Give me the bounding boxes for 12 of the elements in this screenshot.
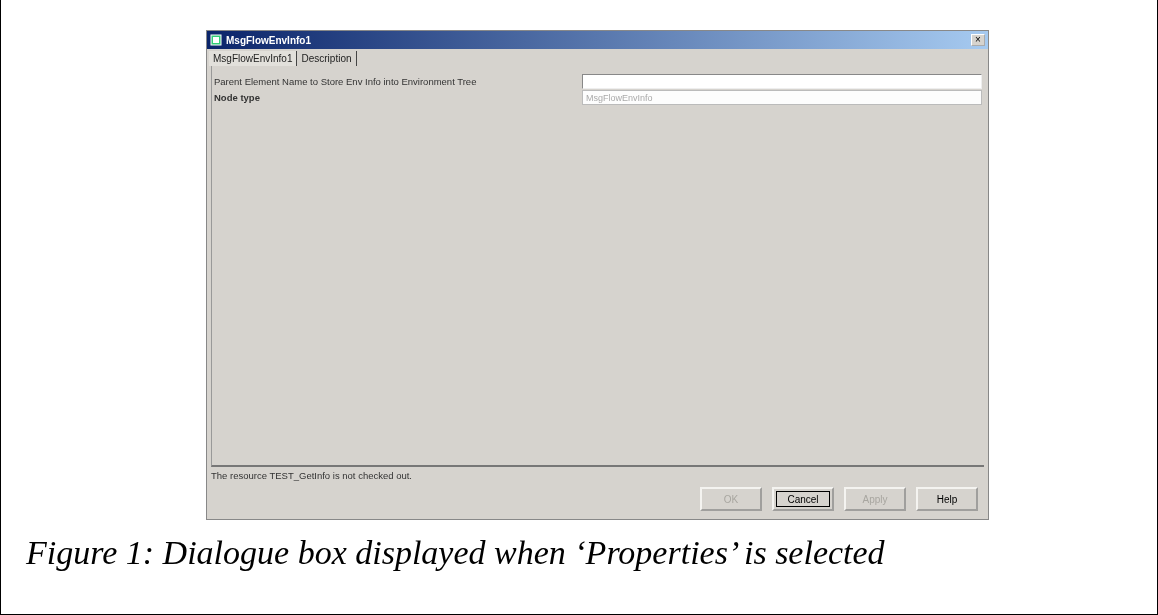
app-icon	[210, 34, 222, 46]
input-field[interactable]	[582, 74, 982, 89]
field-label: Node type	[213, 92, 261, 103]
dialog-button[interactable]: Cancel	[772, 487, 834, 511]
field-label: Parent Element Name to Store Env Info into Environment Tree	[213, 76, 478, 87]
close-button[interactable]: ×	[971, 34, 985, 46]
window-title: MsgFlowEnvInfo1	[226, 34, 312, 46]
tab[interactable]: MsgFlowEnvInfo1	[209, 51, 298, 66]
status-message: The resource TEST_GetInfo is not checked out.	[210, 469, 413, 481]
dialog-button[interactable]: Help	[916, 487, 978, 511]
tab[interactable]: Description	[297, 51, 357, 66]
figure-caption: Figure 1: Dialogue box displayed when ‘Properties’ is selected	[26, 534, 885, 572]
